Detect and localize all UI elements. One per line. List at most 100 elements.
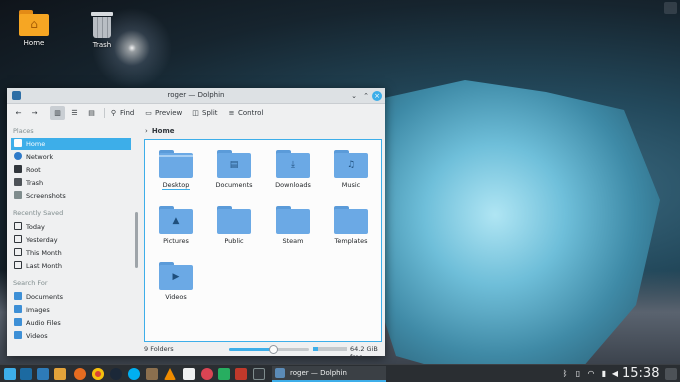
desktop-home-icon[interactable]: ⌂ Home — [12, 10, 56, 47]
folder-item[interactable]: ♫ Music — [323, 150, 379, 189]
window-titlebar[interactable]: roger — Dolphin ⌄ ⌃ × — [7, 88, 385, 104]
search-icon: ⚲ — [110, 109, 117, 117]
sidebar-item-screenshots[interactable]: Screenshots — [11, 190, 131, 202]
sidebar-item-label: This Month — [26, 249, 62, 257]
sidebar-item-documents[interactable]: Documents — [11, 291, 131, 303]
sidebar-item-this-month[interactable]: This Month — [11, 247, 131, 259]
clock[interactable]: 15:38 — [622, 366, 659, 381]
files-icon[interactable] — [20, 368, 32, 380]
trash-icon — [91, 10, 113, 38]
clipboard-icon[interactable]: ▯ — [573, 368, 583, 379]
krita-icon[interactable] — [235, 368, 247, 380]
sidebar-item-last-month[interactable]: Last Month — [11, 260, 131, 272]
root-folder-icon — [14, 165, 22, 173]
folder-item[interactable]: ▲ Pictures — [148, 206, 204, 245]
close-button[interactable]: × — [372, 91, 382, 101]
sidebar-item-root[interactable]: Root — [11, 164, 131, 176]
sidebar-item-label: Home — [26, 140, 46, 148]
terminal-icon[interactable] — [253, 368, 265, 380]
folder-item[interactable]: Templates — [323, 206, 379, 245]
folder-label: Documents — [215, 181, 253, 189]
sidebar-section-search-for: Search For — [13, 279, 48, 287]
scrollbar-thumb[interactable] — [135, 212, 138, 268]
sidebar-item-today[interactable]: Today — [11, 221, 131, 233]
breadcrumb-home[interactable]: Home — [152, 127, 175, 135]
sidebar-item-label: Network — [26, 153, 54, 161]
gimp-icon[interactable] — [146, 368, 158, 380]
dolphin-window: roger — Dolphin ⌄ ⌃ × ← → ▥ ☰ ▤ ⚲ Find ▭ P… — [7, 88, 385, 361]
document-icon[interactable] — [183, 368, 195, 380]
forward-button[interactable]: → — [27, 106, 42, 120]
desktop-trash-label: Trash — [92, 41, 112, 49]
folder-label: Steam — [282, 237, 304, 245]
minimize-button[interactable]: ⌄ — [349, 91, 359, 101]
calendar-icon — [14, 235, 22, 243]
launcher-menu-icon[interactable] — [4, 368, 16, 380]
steam-icon[interactable] — [110, 368, 122, 380]
sidebar-scrollbar[interactable] — [135, 124, 138, 342]
dolphin-icon[interactable] — [37, 368, 49, 380]
bluetooth-icon[interactable]: ᛒ — [560, 368, 570, 379]
skype-icon[interactable] — [128, 368, 140, 380]
documents-folder-icon: ▤ — [217, 150, 251, 178]
folder-item[interactable]: ▤ Documents — [206, 150, 262, 189]
split-label: Split — [202, 109, 218, 117]
details-view-button[interactable]: ▤ — [84, 106, 99, 120]
wallpaper-iceberg — [360, 80, 660, 364]
folder-item[interactable]: Steam — [265, 206, 321, 245]
sidebar-item-home[interactable]: Home — [11, 138, 131, 150]
sidebar-item-network[interactable]: Network — [11, 151, 131, 163]
folder-item[interactable]: ▶ Videos — [148, 262, 204, 301]
desktop-trash-icon[interactable]: Trash — [80, 10, 124, 49]
documents-folder-icon — [14, 292, 22, 300]
firefox-icon[interactable] — [74, 368, 86, 380]
maximize-button[interactable]: ⌃ — [361, 91, 371, 101]
videos-folder-icon — [14, 331, 22, 339]
wifi-icon[interactable]: ◠ — [586, 368, 596, 379]
folder-label: Templates — [334, 237, 368, 245]
chrome-icon[interactable] — [92, 368, 104, 380]
desktop-folder-icon — [159, 150, 193, 178]
public-folder-icon — [217, 206, 251, 234]
back-button[interactable]: ← — [11, 106, 26, 120]
find-button[interactable]: ⚲ Find — [109, 107, 134, 119]
desktop-toolbox-button[interactable] — [664, 2, 677, 14]
sidebar-item-images[interactable]: Images — [11, 304, 131, 316]
chevron-right-icon: › — [145, 127, 148, 135]
split-icon: ◫ — [192, 109, 199, 117]
sidebar-item-trash[interactable]: Trash — [11, 177, 131, 189]
battery-icon[interactable]: ▮ — [599, 368, 609, 379]
zoom-slider[interactable] — [229, 345, 309, 354]
file-view[interactable]: Desktop ▤ Documents ⤓ Downloads ♫ Music … — [144, 139, 382, 342]
compact-view-button[interactable]: ☰ — [67, 106, 82, 120]
control-button[interactable]: ≡ Control — [227, 107, 264, 119]
task-dolphin[interactable]: roger — Dolphin — [272, 366, 386, 382]
folder-item[interactable]: Public — [206, 206, 262, 245]
sidebar-item-audio-files[interactable]: Audio Files — [11, 317, 131, 329]
sidebar-item-label: Trash — [26, 179, 44, 187]
sidebar-item-yesterday[interactable]: Yesterday — [11, 234, 131, 246]
network-icon — [14, 152, 22, 160]
preview-button[interactable]: ▭ Preview — [144, 107, 182, 119]
free-space-bar — [313, 347, 347, 351]
folder-item[interactable]: Desktop — [148, 150, 204, 190]
volume-icon[interactable]: ◀ — [610, 368, 620, 379]
preview-label: Preview — [155, 109, 183, 117]
split-button[interactable]: ◫ Split — [191, 107, 218, 119]
zoom-slider-handle[interactable] — [269, 345, 278, 354]
folder-icon[interactable] — [54, 368, 66, 380]
calendar-icon — [14, 222, 22, 230]
record-icon[interactable] — [201, 368, 213, 380]
screenshots-folder-icon — [14, 191, 22, 199]
images-folder-icon — [14, 305, 22, 313]
panel-options-icon[interactable] — [665, 368, 677, 380]
folder-label: Videos — [165, 293, 187, 301]
icons-view-button[interactable]: ▥ — [50, 106, 65, 120]
breadcrumb[interactable]: › Home — [145, 125, 381, 137]
folder-item[interactable]: ⤓ Downloads — [265, 150, 321, 189]
window-title: roger — Dolphin — [167, 91, 225, 99]
image-viewer-icon[interactable] — [218, 368, 230, 380]
vlc-icon[interactable] — [164, 368, 176, 380]
sidebar-item-videos[interactable]: Videos — [11, 330, 131, 342]
places-panel: Places Home Network Root Trash Screensho… — [9, 124, 135, 342]
